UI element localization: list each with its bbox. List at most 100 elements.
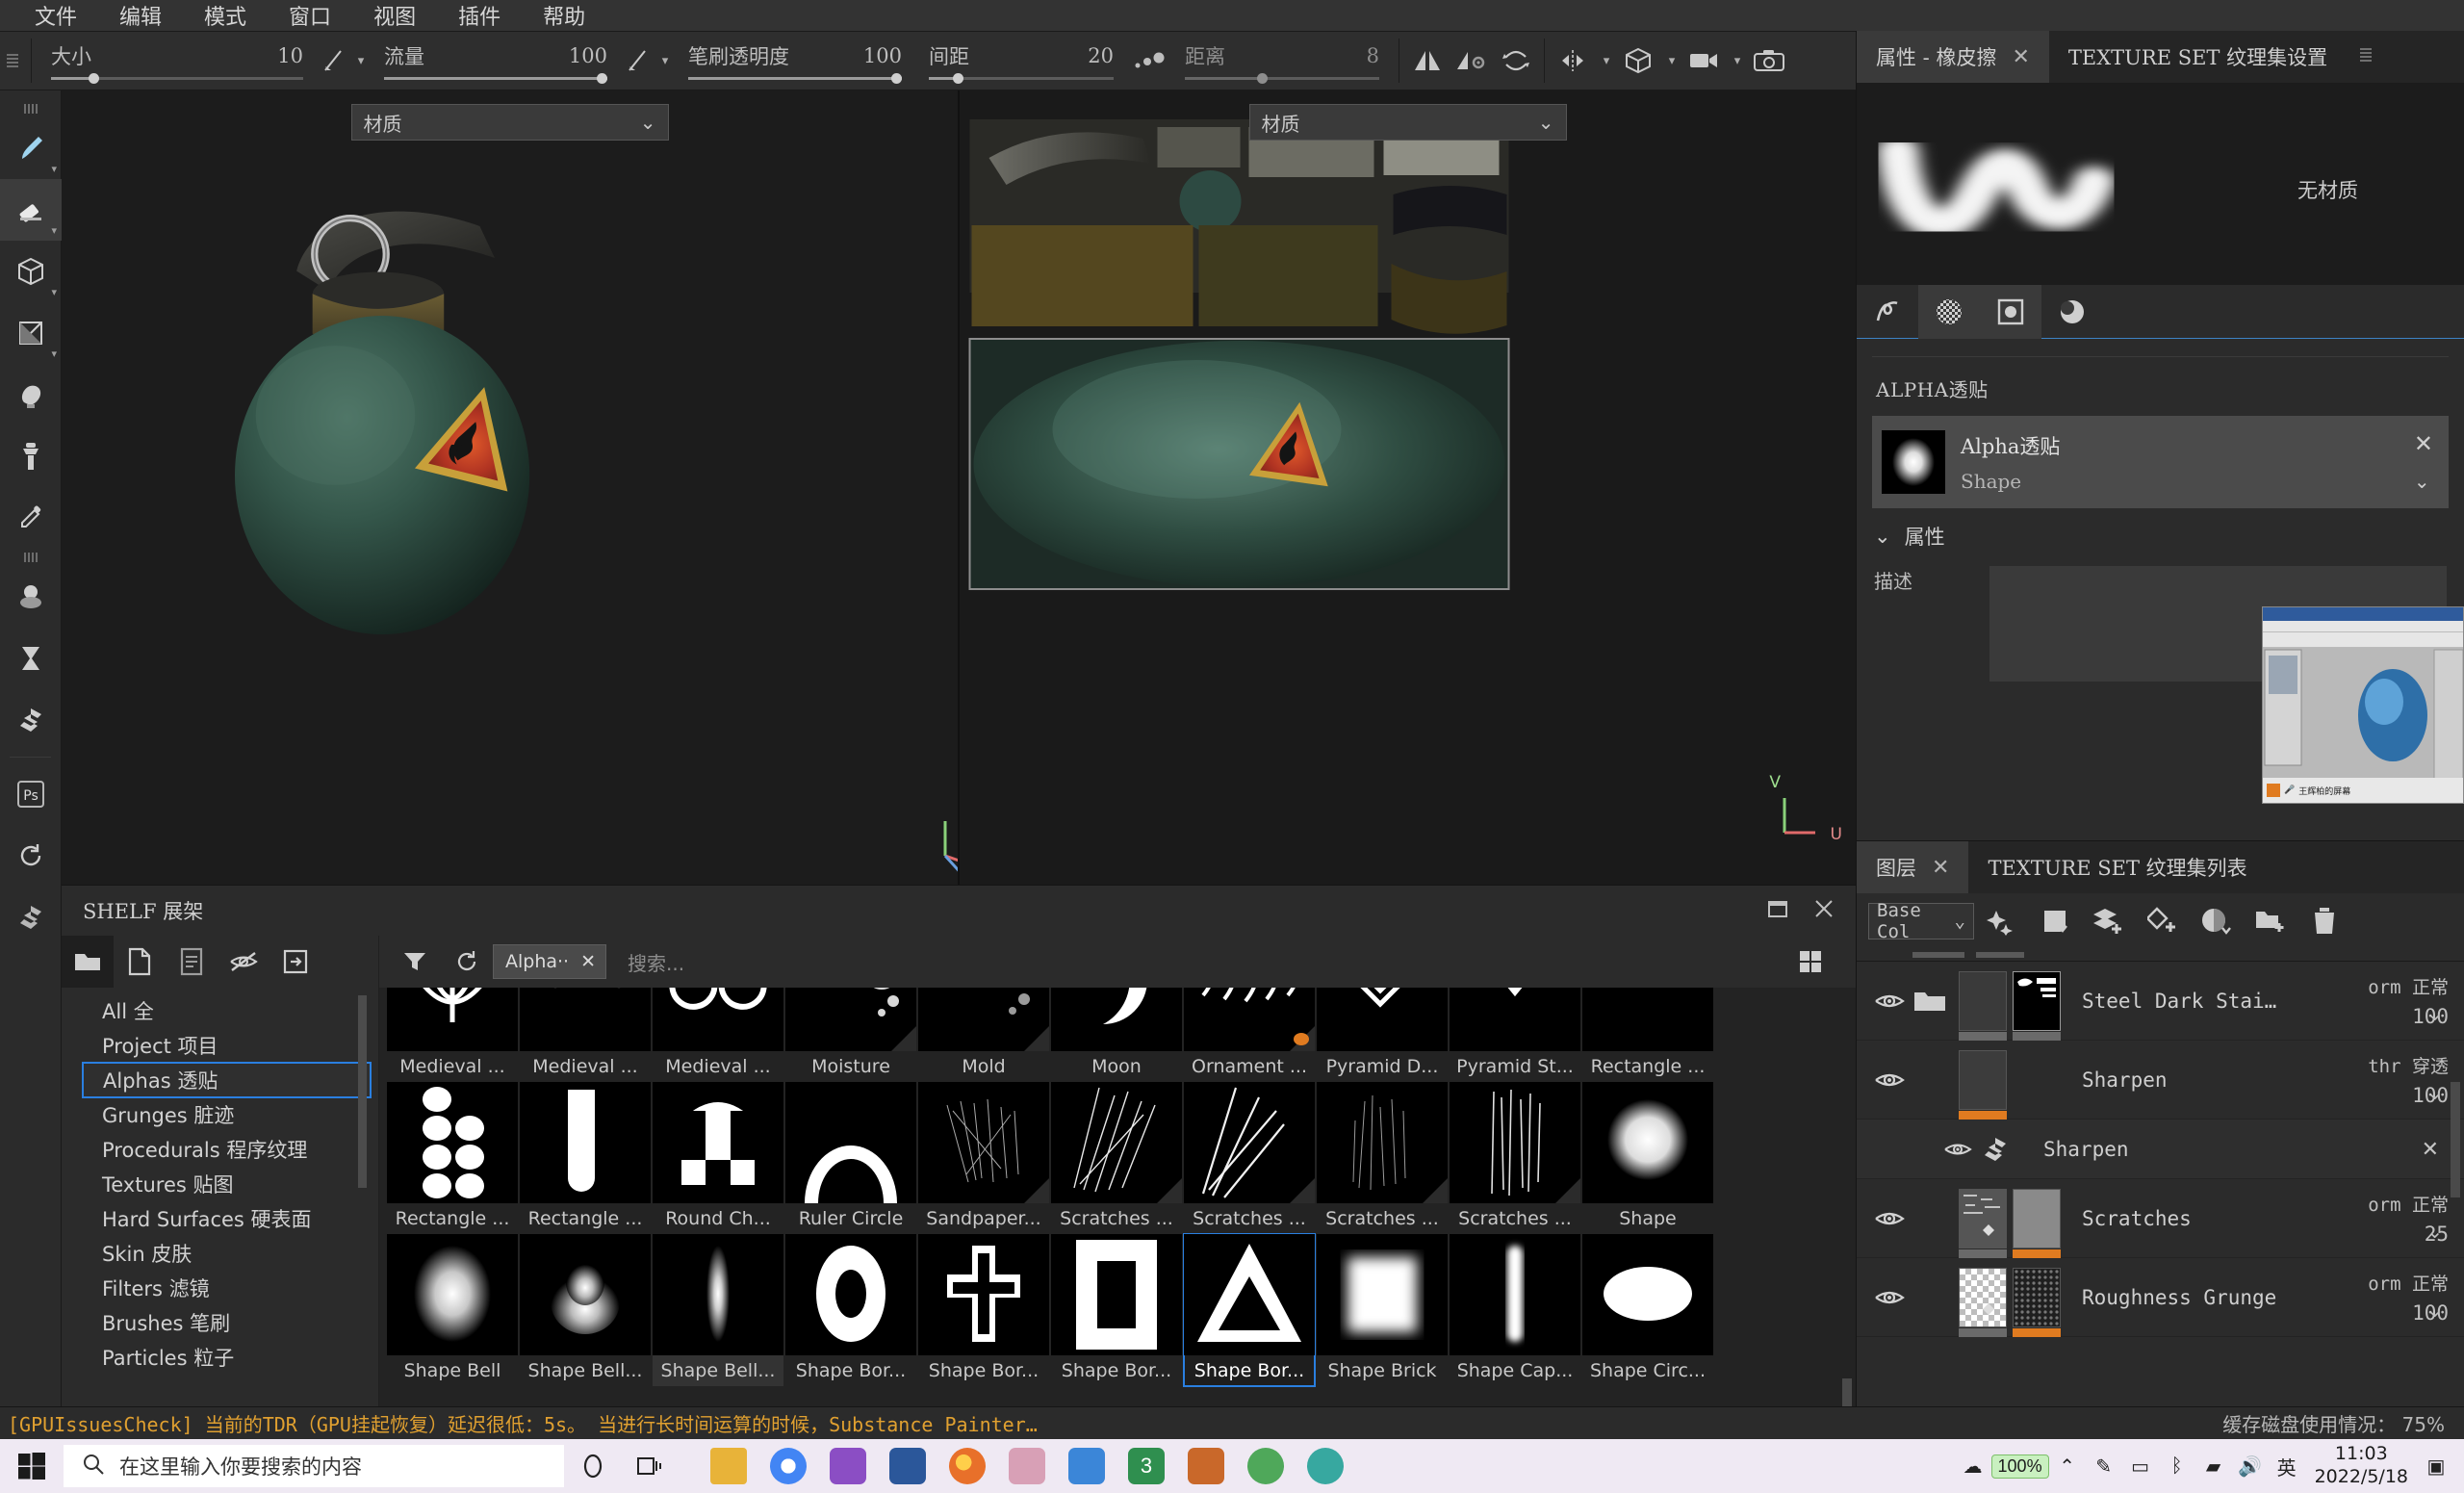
layer-blend-mode[interactable]: orm 正常	[2310, 1191, 2449, 1217]
shelf-category-alphas[interactable]: Alphas 透贴	[82, 1062, 372, 1098]
material-sphere-tool[interactable]	[0, 566, 62, 628]
add-adjustment-icon[interactable]	[2190, 894, 2244, 948]
import-icon[interactable]	[270, 936, 321, 988]
asset-cell[interactable]: Medieval ...	[520, 988, 651, 1082]
viewport-3d[interactable]: 材质 ⌄ Y X Z	[62, 90, 958, 885]
flow-dropdown-icon[interactable]: ▾	[654, 39, 675, 83]
cube-icon[interactable]	[1616, 39, 1660, 83]
tray-bluetooth-icon[interactable]: ᛒ	[2159, 1439, 2195, 1493]
alpha-icon[interactable]	[1980, 285, 2041, 339]
layer-blend-mode[interactable]: orm 正常	[2310, 973, 2449, 999]
chevron-down-icon[interactable]: ⌄	[2426, 1220, 2443, 1244]
mirror-settings-icon[interactable]	[1450, 39, 1494, 83]
cortana-icon[interactable]	[564, 1439, 622, 1493]
camera-view-icon[interactable]	[1681, 39, 1726, 83]
menu-mode[interactable]: 模式	[183, 0, 268, 35]
notifications-icon[interactable]: ▣	[2418, 1439, 2454, 1493]
battery-status[interactable]: 100%	[1990, 1454, 2049, 1479]
add-mask-icon[interactable]	[2028, 894, 2082, 948]
asset-cell[interactable]: Round Ch...	[653, 1082, 783, 1234]
shelf-category-grunges[interactable]: Grunges 脏迹	[62, 1097, 378, 1132]
layers-scrollbar[interactable]	[2451, 1082, 2460, 1197]
hourglass-tool[interactable]	[0, 628, 62, 689]
asset-cell[interactable]: Pyramid St...	[1450, 988, 1580, 1082]
layer-blend-mode[interactable]: orm 正常	[2310, 1270, 2449, 1296]
param-spacing[interactable]: 间距 20	[915, 31, 1127, 90]
paint-brush-tool[interactable]: ▾	[0, 117, 62, 179]
tab-layers[interactable]: 图层 ✕	[1857, 841, 1969, 893]
visibility-toggle-icon[interactable]	[1943, 1140, 1982, 1159]
microphone-icon[interactable]: 🎤	[2284, 785, 2295, 795]
asset-cell[interactable]: Shape Cap...	[1450, 1234, 1580, 1386]
flow-pen-pressure-icon[interactable]	[621, 39, 654, 83]
asset-cell[interactable]: Scratches ...	[1450, 1082, 1580, 1234]
menu-plugins[interactable]: 插件	[437, 0, 522, 35]
symmetry-dropdown-icon[interactable]: ▾	[1595, 39, 1616, 83]
substance-tool[interactable]	[0, 689, 62, 751]
shelf-category-all[interactable]: All 全	[62, 993, 378, 1028]
shelf-category-skin[interactable]: Skin 皮肤	[62, 1236, 378, 1271]
photoshop-tool[interactable]: Ps	[0, 763, 62, 825]
color-picker-tool[interactable]	[0, 487, 62, 549]
param-flow[interactable]: 流量 100	[371, 31, 621, 90]
camera-dropdown-icon[interactable]: ▾	[1726, 39, 1747, 83]
delete-icon[interactable]	[2297, 894, 2351, 948]
close-icon[interactable]: ✕	[580, 951, 596, 972]
chevron-down-icon[interactable]: ⌄	[2426, 1299, 2443, 1323]
new-file-icon[interactable]	[114, 936, 166, 988]
taskbar-app-file-explorer[interactable]	[699, 1439, 758, 1493]
asset-cell[interactable]: Shape Brick	[1317, 1234, 1448, 1386]
visibility-toggle-icon[interactable]	[1874, 1287, 1912, 1308]
add-fill-layer-icon[interactable]	[2082, 894, 2136, 948]
floating-mini-window[interactable]: 🎤 王辉柏的屏幕	[2262, 606, 2464, 804]
asset-cell[interactable]: Rectangle ...	[520, 1082, 651, 1234]
visibility-toggle-icon[interactable]	[1874, 991, 1912, 1012]
visibility-toggle-icon[interactable]	[1874, 1069, 1912, 1091]
asset-cell[interactable]: Shape	[1582, 1082, 1713, 1234]
asset-cell[interactable]: Scratches ...	[1051, 1082, 1182, 1234]
shelf-close-button[interactable]	[1813, 898, 1835, 924]
document-icon[interactable]	[166, 936, 218, 988]
table-row[interactable]: Sharpen thr 穿透 100 ⌄	[1857, 1041, 2464, 1120]
reset-filter-icon[interactable]	[441, 936, 493, 988]
asset-cell[interactable]: Ruler Circle	[785, 1082, 916, 1234]
asset-grid[interactable]: Medieval ... Medieval ... Medieval ... M…	[379, 988, 1856, 1424]
tray-ime-indicator[interactable]: 英	[2269, 1439, 2305, 1493]
table-row[interactable]: Roughness Grunge orm 正常 100 ⌄	[1857, 1258, 2464, 1337]
tab-properties-eraser[interactable]: 属性 - 橡皮擦 ✕	[1857, 31, 2049, 83]
asset-cell[interactable]: Medieval ...	[653, 988, 783, 1082]
taskbar-app-teal[interactable]	[1296, 1439, 1355, 1493]
symmetry-icon[interactable]	[1551, 39, 1595, 83]
taskbar-app-visual-studio[interactable]	[818, 1439, 878, 1493]
cube-dropdown-icon[interactable]: ▾	[1660, 39, 1681, 83]
tab-texture-set-list[interactable]: TEXTURE SET 纹理集列表	[1968, 841, 2266, 893]
menu-window[interactable]: 窗口	[268, 0, 352, 35]
menu-file[interactable]: 文件	[13, 0, 98, 35]
chevron-down-icon[interactable]: ⌄	[2414, 470, 2433, 494]
shelf-category-scrollbar[interactable]	[358, 995, 367, 1188]
viewport-2d[interactable]: 材质 ⌄ V U	[960, 90, 1856, 885]
layer-effect-row[interactable]: Sharpen ✕	[1857, 1120, 2464, 1179]
asset-cell[interactable]: Shape Bell	[387, 1234, 518, 1386]
asset-cell[interactable]: Rectangle ...	[1582, 988, 1713, 1082]
size-pen-pressure-icon[interactable]	[317, 39, 349, 83]
toolbar-grip[interactable]	[0, 31, 25, 90]
add-folder-icon[interactable]	[2244, 894, 2297, 948]
grayscale-icon[interactable]	[1918, 285, 1980, 339]
table-row[interactable]: Steel Dark Stai… orm 正常 100 ⌄	[1857, 962, 2464, 1041]
shelf-float-button[interactable]	[1767, 898, 1788, 924]
close-icon[interactable]: ✕	[1932, 856, 1949, 880]
taskbar-app-word[interactable]	[878, 1439, 937, 1493]
start-button[interactable]	[0, 1439, 64, 1493]
hide-icon[interactable]	[218, 936, 270, 988]
alpha-slot[interactable]: Alpha透贴 Shape ✕ ⌄	[1872, 416, 2449, 508]
menu-edit[interactable]: 编辑	[98, 0, 183, 35]
taskbar-app-firefox[interactable]	[937, 1439, 997, 1493]
folder-icon[interactable]	[62, 936, 114, 988]
layer-column-grips[interactable]	[1857, 949, 2464, 961]
projection-tool[interactable]: ▾	[0, 241, 62, 302]
tray-network-icon[interactable]: ▰	[2195, 1439, 2232, 1493]
eraser-tool[interactable]: ▾	[0, 179, 62, 241]
layer-mask-thumbnail[interactable]	[2013, 1267, 2061, 1337]
chevron-down-icon[interactable]: ⌄	[2426, 1002, 2443, 1026]
